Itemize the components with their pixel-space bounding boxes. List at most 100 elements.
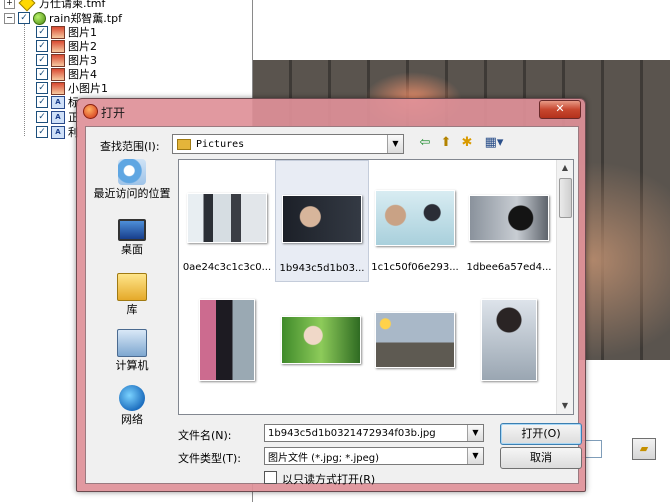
file-list[interactable]: 0ae24c3c1c3c0... 1b943c5d1b03... 1c1c50f… xyxy=(178,159,574,415)
chevron-down-icon[interactable]: ▼ xyxy=(467,425,483,441)
visibility-checkbox[interactable]: ✓ xyxy=(36,96,48,108)
open-button[interactable]: 打开(O) xyxy=(500,423,582,445)
collapse-toggle[interactable]: − xyxy=(4,12,15,24)
places-bar: 最近访问的位置 桌面 库 计算机 网络 xyxy=(92,159,172,426)
file-item[interactable] xyxy=(463,286,555,406)
visibility-checkbox[interactable]: ✓ xyxy=(36,40,48,52)
new-folder-button[interactable]: ✱ xyxy=(458,134,476,152)
tree-guide-line xyxy=(24,24,25,136)
image-layer-icon xyxy=(51,39,65,53)
filename-label: 文件名(N): xyxy=(178,429,232,442)
thumbnail-frame xyxy=(375,178,455,258)
place-network[interactable]: 网络 xyxy=(92,385,172,426)
dialog-body: 查找范围(I): Pictures ▼ ⇦ ⬆ ✱ ▦▾ 最近访问的位置 桌面 xyxy=(85,126,582,486)
folder-icon xyxy=(177,138,191,150)
file-name: 0ae24c3c1c3c0... xyxy=(182,262,272,273)
file-item[interactable]: 1dbee6a57ed4... xyxy=(463,166,555,286)
tree-item-template-file[interactable]: + 万仕请柬.tmf xyxy=(4,0,105,12)
tree-item-layer[interactable]: ✓ A 标 xyxy=(36,95,79,109)
app-icon xyxy=(83,104,98,119)
text-layer-icon: A xyxy=(51,125,65,139)
filename-value[interactable]: 1b943c5d1b0321472934f03b.jpg xyxy=(265,428,467,439)
file-name: 1b943c5d1b03... xyxy=(279,263,365,274)
tree-item-layer[interactable]: ✓ 图片1 xyxy=(36,25,97,39)
back-arrow-icon: ⇦ xyxy=(419,135,431,150)
thumbnail-frame xyxy=(375,300,455,380)
filetype-dropdown[interactable]: 图片文件 (*.jpg; *.jpeg) ▼ xyxy=(264,447,484,465)
recent-places-icon xyxy=(118,159,146,185)
tree-item-layer[interactable]: ✓ A 利 xyxy=(36,125,79,139)
tree-item-layer[interactable]: ✓ 小图片1 xyxy=(36,81,108,95)
image-thumbnail xyxy=(481,299,537,381)
place-library[interactable]: 库 xyxy=(92,273,172,316)
place-computer[interactable]: 计算机 xyxy=(92,329,172,372)
green-ball-icon xyxy=(33,11,46,25)
image-layer-icon xyxy=(51,67,65,81)
file-item-selected[interactable]: 1b943c5d1b03... xyxy=(275,160,369,282)
view-menu-icon: ▦▾ xyxy=(484,135,504,150)
text-layer-icon: A xyxy=(51,110,65,124)
visibility-checkbox[interactable]: ✓ xyxy=(36,68,48,80)
image-thumbnail xyxy=(375,312,455,368)
up-folder-button[interactable]: ⬆ xyxy=(437,134,455,152)
yellow-diamond-icon xyxy=(18,0,36,12)
scroll-up-icon[interactable]: ▲ xyxy=(557,160,573,176)
tree-item-layer[interactable]: ✓ 图片4 xyxy=(36,67,97,81)
cancel-button[interactable]: 取消 xyxy=(500,447,582,469)
visibility-checkbox[interactable]: ✓ xyxy=(36,26,48,38)
filename-input[interactable]: 1b943c5d1b0321472934f03b.jpg ▼ xyxy=(264,424,484,442)
tree-item-layer[interactable]: ✓ A 正 xyxy=(36,110,79,124)
image-thumbnail xyxy=(375,190,455,246)
close-icon: ✕ xyxy=(555,102,565,115)
file-item[interactable] xyxy=(181,286,273,406)
file-item[interactable]: 0ae24c3c1c3c0... xyxy=(181,166,273,286)
file-item[interactable] xyxy=(275,286,367,406)
visibility-checkbox[interactable]: ✓ xyxy=(18,12,30,24)
view-menu-button[interactable]: ▦▾ xyxy=(479,134,509,152)
browse-folder-button[interactable]: ▰ xyxy=(632,438,656,460)
thumbnail-frame xyxy=(281,300,361,380)
filetype-label: 文件类型(T): xyxy=(178,452,242,465)
place-label: 网络 xyxy=(121,413,143,426)
file-name: 1dbee6a57ed4... xyxy=(466,262,552,273)
vertical-scrollbar[interactable]: ▲ ▼ xyxy=(556,160,573,414)
thumbnail-frame xyxy=(282,179,362,259)
thumbnail-frame xyxy=(469,178,549,258)
image-layer-icon xyxy=(51,81,65,95)
chevron-down-icon[interactable]: ▼ xyxy=(387,135,403,153)
visibility-checkbox[interactable]: ✓ xyxy=(36,82,48,94)
image-thumbnail xyxy=(199,299,255,381)
dialog-title: 打开 xyxy=(101,106,126,120)
visibility-checkbox[interactable]: ✓ xyxy=(36,126,48,138)
place-desktop[interactable]: 桌面 xyxy=(92,219,172,256)
place-recent[interactable]: 最近访问的位置 xyxy=(92,159,172,200)
scroll-down-icon[interactable]: ▼ xyxy=(557,398,573,414)
file-item[interactable]: 1c1c50f06e293... xyxy=(369,166,461,286)
image-layer-icon xyxy=(51,53,65,67)
open-file-dialog: 打开 ✕ 查找范围(I): Pictures ▼ ⇦ ⬆ ✱ ▦▾ 最近访问的位… xyxy=(76,98,586,492)
readonly-label: 以只读方式打开(R) xyxy=(282,473,376,486)
lookin-dropdown[interactable]: Pictures ▼ xyxy=(172,134,404,154)
folder-icon: ▰ xyxy=(639,442,649,455)
close-button[interactable]: ✕ xyxy=(539,100,581,119)
place-label: 库 xyxy=(126,303,138,316)
scrollbar-thumb[interactable] xyxy=(559,178,572,218)
back-button[interactable]: ⇦ xyxy=(416,134,434,152)
place-label: 最近访问的位置 xyxy=(93,187,171,200)
tree-item-layer[interactable]: ✓ 图片3 xyxy=(36,53,97,67)
visibility-checkbox[interactable]: ✓ xyxy=(36,111,48,123)
new-folder-icon: ✱ xyxy=(461,135,473,150)
file-name: 1c1c50f06e293... xyxy=(371,262,459,273)
image-thumbnail xyxy=(281,316,361,364)
chevron-down-icon[interactable]: ▼ xyxy=(467,448,483,464)
tree-item-layer[interactable]: ✓ 图片2 xyxy=(36,39,97,53)
desktop-icon xyxy=(118,219,146,241)
visibility-checkbox[interactable]: ✓ xyxy=(36,54,48,66)
place-label: 桌面 xyxy=(121,243,143,256)
expand-toggle[interactable]: + xyxy=(4,0,15,9)
readonly-checkbox[interactable] xyxy=(264,471,277,484)
file-item[interactable] xyxy=(369,286,461,406)
thumbnail-frame xyxy=(187,299,267,381)
image-thumbnail xyxy=(187,193,267,243)
tree-item-project[interactable]: − ✓ rain郑智薰.tpf xyxy=(4,11,122,25)
